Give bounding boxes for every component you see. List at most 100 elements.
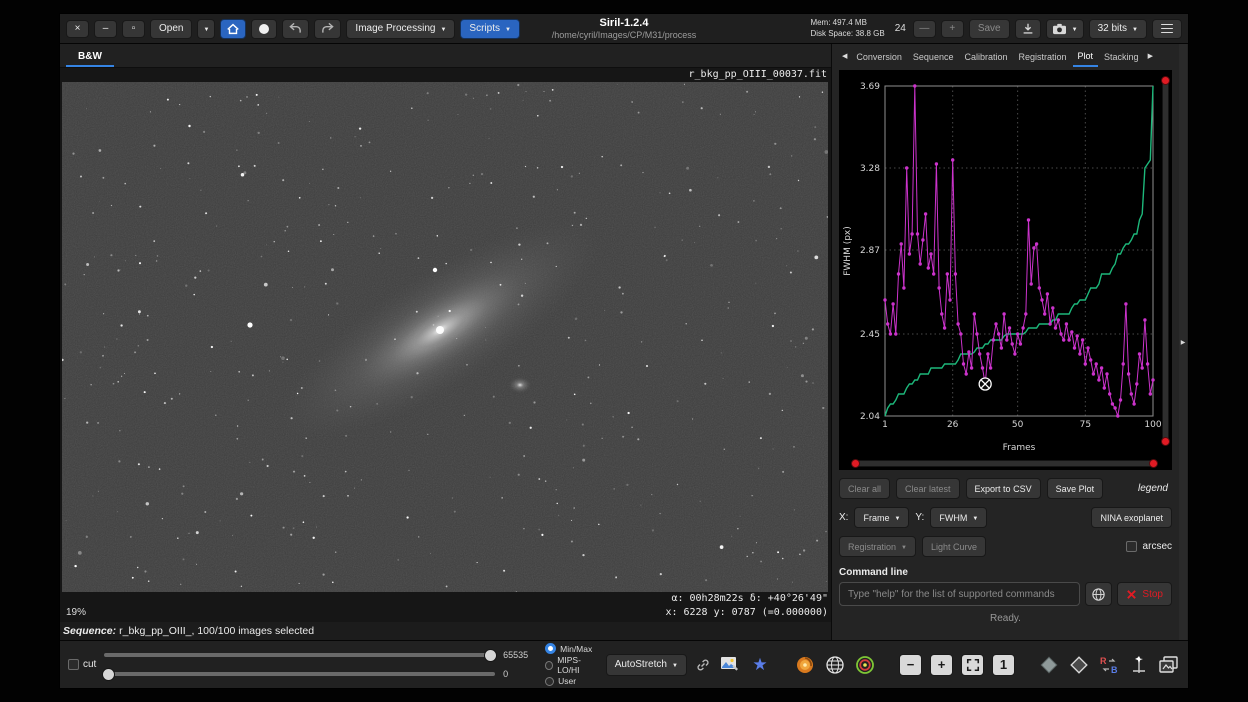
clear-latest-button[interactable]: Clear latest — [896, 478, 960, 499]
home-button[interactable] — [220, 19, 246, 39]
chevron-down-icon: ▼ — [1132, 27, 1138, 33]
zoom-in-button[interactable]: + — [930, 654, 953, 676]
save-button[interactable]: Save — [969, 19, 1010, 39]
galaxy-core — [436, 326, 444, 334]
menu-button[interactable] — [1152, 19, 1182, 39]
tab-plot[interactable]: Plot — [1073, 45, 1099, 67]
cut-checkbox[interactable] — [68, 659, 79, 670]
rgb-compose-icon[interactable]: RB — [1098, 654, 1120, 676]
command-help-button[interactable] — [1085, 582, 1112, 606]
clear-all-button[interactable]: Clear all — [839, 478, 890, 499]
zoom-in-header-button[interactable]: + — [941, 20, 964, 38]
zoom-out-header-button[interactable]: — — [913, 20, 936, 38]
annotation-photo-icon[interactable] — [719, 654, 741, 676]
bottom-toolbar: cut 65535 0 Min/Max MIPS-LO/HI User Auto… — [60, 640, 1188, 688]
fwhm-plot-svg[interactable]: 2.042.452.873.283.691265075100FramesFWHM… — [841, 72, 1163, 454]
tab-stacking[interactable]: Stacking — [1099, 46, 1144, 66]
chevron-down-icon: ▼ — [505, 27, 511, 33]
star-crosshair-icon[interactable] — [1128, 654, 1150, 676]
low-cut-knob[interactable] — [102, 668, 115, 681]
panel-expander[interactable]: ▶ — [1179, 44, 1187, 640]
close-button[interactable]: × — [66, 20, 89, 38]
sequence-text: r_bkg_pp_OIII_, 100/100 images selected — [119, 625, 314, 637]
camera-icon — [1052, 22, 1067, 35]
tab-conversion[interactable]: Conversion — [851, 46, 907, 66]
y-range-handle-bottom[interactable] — [1161, 437, 1170, 446]
export-icon — [1021, 22, 1035, 36]
light-curve-button[interactable]: Light Curve — [922, 536, 986, 557]
tab-calibration[interactable]: Calibration — [959, 46, 1012, 66]
photometry-disc-icon[interactable] — [794, 654, 816, 676]
autostretch-dropdown[interactable]: AutoStretch▼ — [606, 654, 687, 676]
snapshot-button[interactable]: ▼ — [1046, 19, 1084, 39]
save-plot-button[interactable]: Save Plot — [1047, 478, 1104, 499]
nina-exoplanet-button[interactable]: NINA exoplanet — [1091, 507, 1172, 528]
sky-image-svg[interactable] — [62, 82, 828, 592]
radio-mips[interactable] — [545, 661, 553, 670]
arcsec-label: arcsec — [1143, 541, 1172, 552]
arcsec-checkbox[interactable] — [1126, 541, 1137, 552]
low-cut-slider[interactable] — [104, 672, 495, 676]
y-axis-dropdown[interactable]: FWHM▼ — [930, 507, 987, 528]
home-icon — [226, 22, 240, 36]
grayscale-toggle-button[interactable] — [251, 19, 277, 39]
svg-text:3.28: 3.28 — [860, 164, 880, 174]
gray-diamond-icon[interactable] — [1038, 654, 1060, 676]
x-range-handle-left[interactable] — [851, 459, 860, 468]
y-range-handle-top[interactable] — [1161, 76, 1170, 85]
zoom-out-button[interactable]: − — [899, 654, 922, 676]
chevron-down-icon: ▼ — [203, 27, 209, 33]
save-as-button[interactable] — [1015, 19, 1041, 39]
redo-button[interactable] — [314, 19, 341, 39]
command-input[interactable] — [839, 582, 1080, 606]
tabs-scroll-right-icon[interactable]: ▶ — [1145, 52, 1156, 60]
bright-star — [433, 268, 437, 272]
stop-button[interactable]: Stop — [1117, 582, 1172, 606]
svg-text:2.04: 2.04 — [860, 412, 880, 422]
export-csv-button[interactable]: Export to CSV — [966, 478, 1041, 499]
tab-sequence[interactable]: Sequence — [908, 46, 959, 66]
high-cut-knob[interactable] — [484, 649, 497, 662]
tabs-scroll-left-icon[interactable]: ◀ — [839, 52, 850, 60]
tools-panel: ◀ Conversion Sequence Calibration Regist… — [832, 44, 1179, 640]
plot-x-range-slider[interactable] — [853, 460, 1156, 467]
main-area: B&W r_bkg_pp_OIII_00037.fit — [60, 44, 1188, 640]
globe-grid-icon[interactable] — [824, 654, 846, 676]
outline-diamond-icon[interactable] — [1068, 654, 1090, 676]
star-detection-icon[interactable]: ★ — [749, 654, 771, 676]
bit-depth-dropdown[interactable]: 32 bits▼ — [1089, 19, 1147, 39]
globe-icon — [1091, 587, 1106, 602]
image-viewport[interactable]: r_bkg_pp_OIII_00037.fit — [60, 68, 831, 622]
legend-label: legend — [1138, 483, 1172, 494]
plot-area: 2.042.452.873.283.691265075100FramesFWHM… — [839, 70, 1172, 470]
bright-star — [247, 322, 252, 327]
registration-dropdown[interactable]: Registration▼ — [839, 536, 916, 557]
open-button[interactable]: Open — [150, 19, 192, 39]
zoom-100-button[interactable]: 1 — [992, 654, 1015, 676]
minimize-button[interactable]: – — [94, 20, 117, 38]
command-line-row: Stop — [839, 582, 1172, 606]
zoom-fit-button[interactable] — [961, 654, 984, 676]
x-axis-dropdown[interactable]: Frame▼ — [854, 507, 909, 528]
undo-icon — [288, 22, 303, 35]
open-recent-dropdown[interactable]: ▼ — [197, 19, 215, 39]
high-cut-slider[interactable] — [104, 653, 495, 657]
command-line-label: Command line — [839, 567, 1172, 578]
radio-minmax[interactable] — [545, 643, 556, 654]
plot-y-range-slider[interactable] — [1162, 78, 1169, 444]
undo-button[interactable] — [282, 19, 309, 39]
scripts-menu[interactable]: Scripts▼ — [460, 19, 520, 39]
redo-icon — [320, 22, 335, 35]
sequence-label: Sequence: — [63, 625, 116, 637]
tab-registration[interactable]: Registration — [1014, 46, 1072, 66]
x-range-handle-right[interactable] — [1149, 459, 1158, 468]
image-processing-menu[interactable]: Image Processing▼ — [346, 19, 455, 39]
link-channels-icon[interactable] — [695, 656, 711, 674]
radio-user[interactable] — [545, 677, 554, 686]
channel-tabbar: B&W — [60, 44, 831, 68]
image-stack-icon[interactable] — [1158, 654, 1180, 676]
tab-bw[interactable]: B&W — [66, 47, 114, 67]
maximize-button[interactable]: ▫ — [122, 20, 145, 38]
target-rings-icon[interactable] — [854, 654, 876, 676]
svg-text:2.87: 2.87 — [860, 246, 880, 256]
